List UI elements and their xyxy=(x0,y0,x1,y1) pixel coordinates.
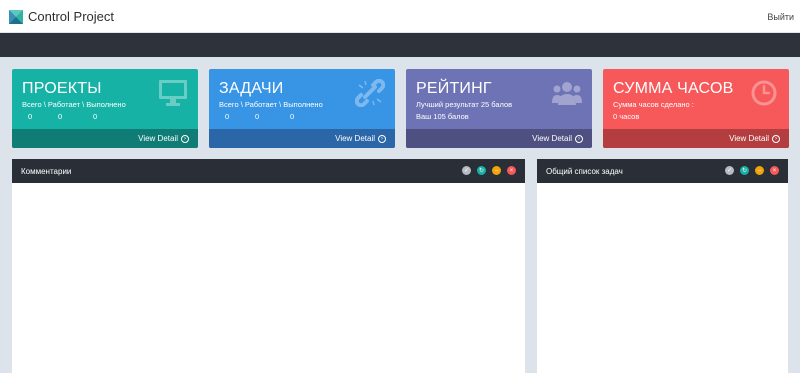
arrow-circle-icon: › xyxy=(772,134,780,143)
card-footer: View Detail › xyxy=(12,129,198,148)
total-count: 0 xyxy=(28,112,33,121)
total-count: 0 xyxy=(225,112,230,121)
best-score-text: Лучший результат 25 балов xyxy=(416,100,513,109)
view-detail-link[interactable]: View Detail › xyxy=(335,134,386,143)
card-title: СУММА ЧАСОВ xyxy=(613,80,734,97)
comments-panel: Комментарии ✓ ↻ – × xyxy=(12,159,525,373)
card-footer: View Detail › xyxy=(209,129,395,148)
panel-header: Комментарии ✓ ↻ – × xyxy=(12,159,525,183)
arrow-circle-icon: › xyxy=(378,134,386,143)
panel-controls: ✓ ↻ – × xyxy=(462,166,516,175)
view-detail-label: View Detail xyxy=(729,134,769,143)
card-title: РЕЙТИНГ xyxy=(416,80,492,97)
panel-header: Общий список задач ✓ ↻ – × xyxy=(537,159,788,183)
your-score-text: Ваш 105 балов xyxy=(416,112,469,121)
logo-icon xyxy=(9,10,23,24)
nav-bar xyxy=(0,33,800,57)
card-title: ЗАДАЧИ xyxy=(219,80,284,97)
close-icon[interactable]: × xyxy=(507,166,516,175)
task-list-panel: Общий список задач ✓ ↻ – × xyxy=(537,159,788,373)
card-title: ПРОЕКТЫ xyxy=(22,80,102,97)
working-count: 0 xyxy=(255,112,260,121)
card-footer: View Detail › xyxy=(406,129,592,148)
refresh-icon[interactable]: ↻ xyxy=(477,166,486,175)
hours-value-text: 0 часов xyxy=(613,112,640,121)
view-detail-label: View Detail xyxy=(138,134,178,143)
users-icon xyxy=(552,82,582,105)
view-detail-label: View Detail xyxy=(532,134,572,143)
view-detail-link[interactable]: View Detail › xyxy=(729,134,780,143)
logout-link[interactable]: Выйти xyxy=(767,12,794,22)
hours-label-text: Сумма часов сделано : xyxy=(613,100,694,109)
rating-card: РЕЙТИНГ Лучший результат 25 балов Ваш 10… xyxy=(406,69,592,148)
settings-icon[interactable]: ✓ xyxy=(725,166,734,175)
brand-title[interactable]: Control Project xyxy=(28,9,114,24)
arrow-circle-icon: › xyxy=(181,134,189,143)
card-subtitle: Всего \ Работает \ Выполнено xyxy=(219,100,323,109)
working-count: 0 xyxy=(58,112,63,121)
tasks-card: ЗАДАЧИ Всего \ Работает \ Выполнено 0 0 … xyxy=(209,69,395,148)
done-count: 0 xyxy=(290,112,295,121)
arrow-circle-icon: › xyxy=(575,134,583,143)
refresh-icon[interactable]: ↻ xyxy=(740,166,749,175)
view-detail-label: View Detail xyxy=(335,134,375,143)
monitor-icon xyxy=(159,80,187,106)
minimize-icon[interactable]: – xyxy=(492,166,501,175)
card-footer: View Detail › xyxy=(603,129,789,148)
settings-icon[interactable]: ✓ xyxy=(462,166,471,175)
close-icon[interactable]: × xyxy=(770,166,779,175)
card-subtitle: Всего \ Работает \ Выполнено xyxy=(22,100,126,109)
clock-icon xyxy=(751,80,777,106)
view-detail-link[interactable]: View Detail › xyxy=(138,134,189,143)
card-counts: 0 0 0 xyxy=(28,112,97,121)
card-counts: 0 0 0 xyxy=(225,112,294,121)
hours-card: СУММА ЧАСОВ Сумма часов сделано : 0 часо… xyxy=(603,69,789,148)
panel-controls: ✓ ↻ – × xyxy=(725,166,779,175)
chain-link-icon xyxy=(355,79,385,107)
projects-card: ПРОЕКТЫ Всего \ Работает \ Выполнено 0 0… xyxy=(12,69,198,148)
done-count: 0 xyxy=(93,112,98,121)
panel-title: Общий список задач xyxy=(546,167,623,176)
panel-title: Комментарии xyxy=(21,167,72,176)
minimize-icon[interactable]: – xyxy=(755,166,764,175)
view-detail-link[interactable]: View Detail › xyxy=(532,134,583,143)
top-bar: Control Project Выйти xyxy=(0,0,800,33)
